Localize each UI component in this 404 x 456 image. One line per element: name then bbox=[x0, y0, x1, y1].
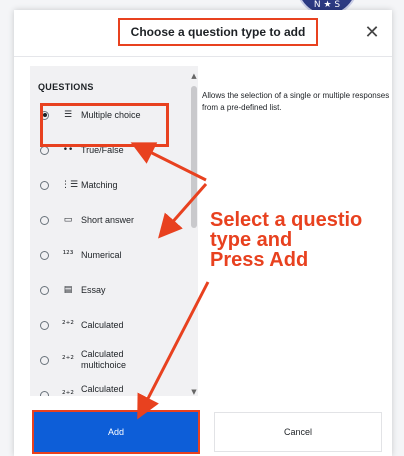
list-icon: ☰ bbox=[63, 109, 73, 120]
option-label: True/False bbox=[81, 144, 124, 155]
calculated-icon: ²⁺² bbox=[62, 319, 74, 330]
option-true-false[interactable]: •• True/False bbox=[38, 137, 188, 163]
question-type-list: QUESTIONS ☰ Multiple choice •• True/Fals… bbox=[30, 66, 198, 396]
scroll-down-icon[interactable]: ▼ bbox=[190, 388, 198, 396]
radio-essay[interactable] bbox=[40, 285, 49, 295]
dialog-header: Choose a question type to add ✕ bbox=[14, 10, 392, 57]
option-label: Matching bbox=[81, 179, 118, 190]
radio-true-false[interactable] bbox=[40, 145, 49, 155]
textbox-icon: ▭ bbox=[63, 214, 73, 225]
annotation-line-2: type and bbox=[210, 229, 293, 251]
radio-short-answer[interactable] bbox=[40, 215, 49, 225]
option-label: Calculated multichoice bbox=[81, 349, 127, 370]
option-label: Calculated bbox=[81, 319, 124, 330]
option-matching[interactable]: ⋮☰ Matching bbox=[38, 172, 188, 198]
annotation-text: Select a questio type and Press Add bbox=[210, 210, 404, 270]
scroll-up-icon[interactable]: ▲ bbox=[190, 72, 198, 80]
matching-grid-icon: ⋮☰ bbox=[61, 179, 79, 190]
option-label: Short answer bbox=[81, 214, 135, 225]
radio-calculated[interactable] bbox=[40, 320, 49, 330]
option-label: Numerical bbox=[81, 249, 122, 260]
option-calculated-multichoice[interactable]: ²⁺² Calculated multichoice bbox=[38, 347, 188, 373]
radio-calculated-simple[interactable] bbox=[40, 390, 49, 396]
annotation-line-1: Select a questio bbox=[210, 209, 363, 231]
cancel-button[interactable]: Cancel bbox=[214, 412, 382, 452]
add-button[interactable]: Add bbox=[32, 410, 200, 454]
radio-multiple-choice[interactable] bbox=[40, 110, 49, 120]
document-icon: ▤ bbox=[63, 284, 73, 295]
radio-numerical[interactable] bbox=[40, 250, 49, 260]
section-label: QUESTIONS bbox=[38, 82, 94, 92]
option-short-answer[interactable]: ▭ Short answer bbox=[38, 207, 188, 233]
option-calculated[interactable]: ²⁺² Calculated bbox=[38, 312, 188, 338]
option-label: Multiple choice bbox=[81, 109, 141, 120]
list-scrollbar[interactable]: ▲ ▼ bbox=[190, 72, 198, 396]
scroll-thumb[interactable] bbox=[191, 86, 197, 228]
radio-matching[interactable] bbox=[40, 180, 49, 190]
option-calculated-simple[interactable]: ²⁺² Calculated simple bbox=[38, 382, 188, 396]
option-label: Calculated simple bbox=[81, 384, 124, 396]
calculated-multichoice-icon: ²⁺² bbox=[62, 354, 74, 365]
radio-calculated-multichoice[interactable] bbox=[40, 355, 49, 365]
numbers-icon: ¹²³ bbox=[62, 249, 74, 260]
dots-icon: •• bbox=[62, 144, 74, 155]
option-multiple-choice[interactable]: ☰ Multiple choice bbox=[38, 102, 188, 128]
dialog-title: Choose a question type to add bbox=[118, 18, 318, 46]
close-icon[interactable]: ✕ bbox=[360, 21, 384, 45]
option-essay[interactable]: ▤ Essay bbox=[38, 277, 188, 303]
option-numerical[interactable]: ¹²³ Numerical bbox=[38, 242, 188, 268]
option-label: Essay bbox=[81, 284, 106, 295]
annotation-line-3: Press Add bbox=[210, 249, 309, 271]
calculated-simple-icon: ²⁺² bbox=[62, 389, 74, 396]
question-type-description: Allows the selection of a single or mult… bbox=[202, 91, 390, 112]
